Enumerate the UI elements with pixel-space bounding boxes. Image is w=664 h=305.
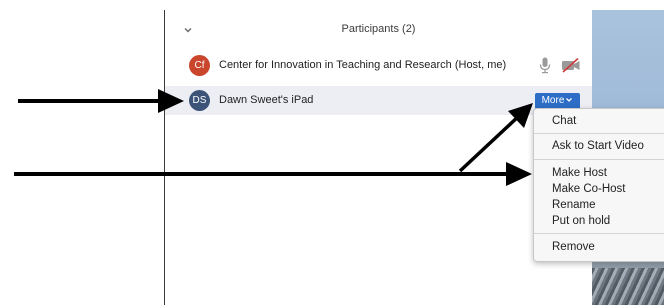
arrow-to-menu xyxy=(14,162,532,186)
annotation-arrows xyxy=(14,89,533,186)
arrow-to-participant xyxy=(18,89,184,113)
arrow-to-more-button xyxy=(458,103,533,173)
